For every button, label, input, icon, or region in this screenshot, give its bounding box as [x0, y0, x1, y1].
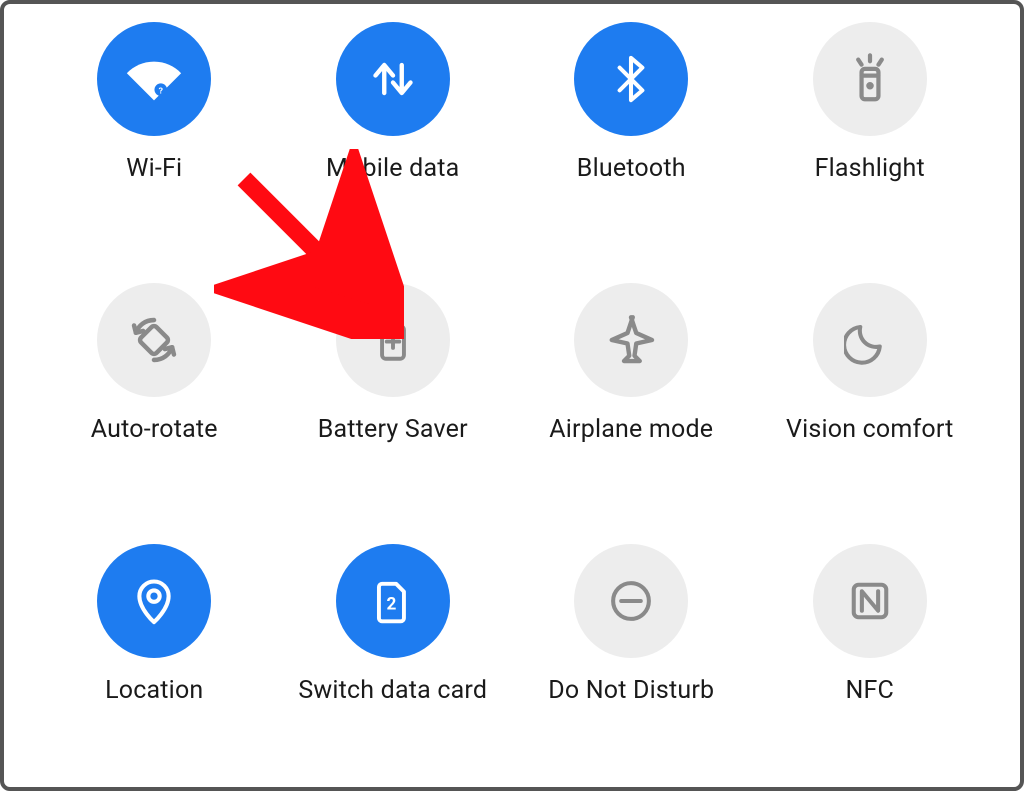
tile-label: Auto-rotate — [91, 415, 218, 444]
tile-battery-saver[interactable]: Battery Saver — [279, 283, 508, 444]
tile-airplane-mode[interactable]: Airplane mode — [517, 283, 746, 444]
dnd-icon — [574, 544, 688, 658]
svg-text:2: 2 — [386, 595, 396, 615]
battery-saver-icon — [336, 283, 450, 397]
bluetooth-icon — [574, 22, 688, 136]
flashlight-icon — [813, 22, 927, 136]
auto-rotate-icon — [97, 283, 211, 397]
tile-label: Wi-Fi — [126, 154, 182, 183]
tile-do-not-disturb[interactable]: Do Not Disturb — [517, 544, 746, 705]
tile-label: Vision comfort — [786, 415, 954, 444]
nfc-icon — [813, 544, 927, 658]
tile-label: Switch data card — [298, 676, 487, 705]
tile-switch-data-card[interactable]: 2 Switch data card — [279, 544, 508, 705]
tile-flashlight[interactable]: Flashlight — [756, 22, 985, 183]
tile-wifi[interactable]: ? Wi-Fi — [40, 22, 269, 183]
tile-label: Bluetooth — [577, 154, 686, 183]
tile-auto-rotate[interactable]: Auto-rotate — [40, 283, 269, 444]
tile-label: NFC — [845, 676, 894, 705]
mobile-data-icon — [336, 22, 450, 136]
tile-mobile-data[interactable]: Mobile data — [279, 22, 508, 183]
tile-label: Do Not Disturb — [548, 676, 714, 705]
svg-text:?: ? — [159, 87, 164, 97]
tile-vision-comfort[interactable]: Vision comfort — [756, 283, 985, 444]
airplane-icon — [574, 283, 688, 397]
tile-label: Battery Saver — [318, 415, 468, 444]
tile-label: Airplane mode — [549, 415, 713, 444]
sim-card-icon: 2 — [336, 544, 450, 658]
tile-bluetooth[interactable]: Bluetooth — [517, 22, 746, 183]
tile-location[interactable]: Location — [40, 544, 269, 705]
location-icon — [97, 544, 211, 658]
tile-label: Location — [105, 676, 203, 705]
tile-label: Flashlight — [815, 154, 925, 183]
moon-icon — [813, 283, 927, 397]
tile-nfc[interactable]: NFC — [756, 544, 985, 705]
quick-settings-panel: ? Wi-Fi Mobile data Bluetooth — [0, 0, 1024, 791]
quick-settings-grid: ? Wi-Fi Mobile data Bluetooth — [40, 22, 984, 705]
tile-label: Mobile data — [326, 154, 459, 183]
wifi-icon: ? — [97, 22, 211, 136]
